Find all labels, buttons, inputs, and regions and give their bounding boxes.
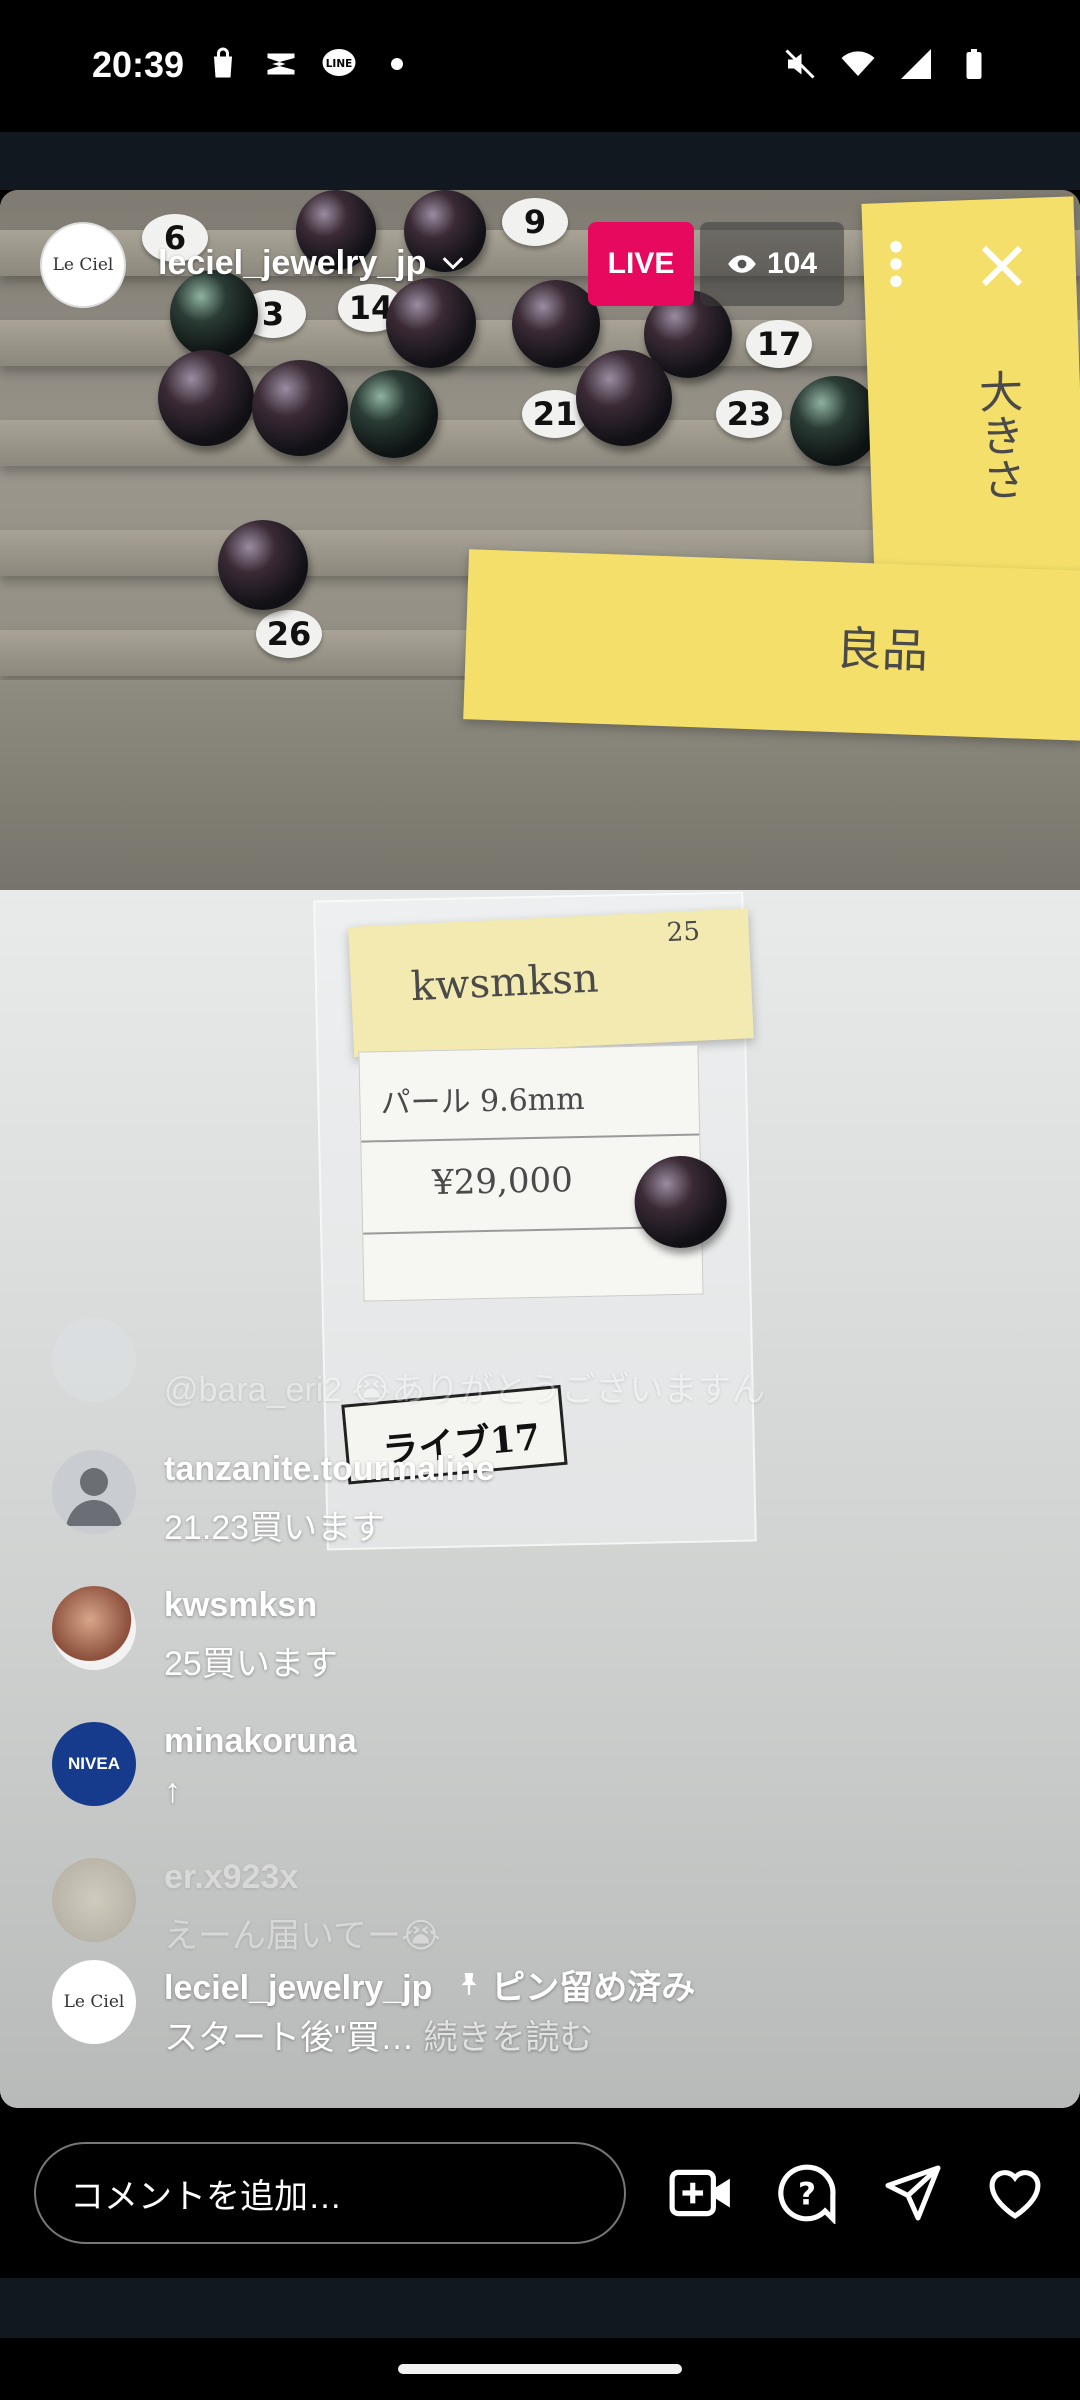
comment-input[interactable]: コメントを追加… — [34, 2142, 626, 2244]
more-vertical-icon — [890, 241, 902, 287]
pearl — [170, 270, 258, 358]
like-button[interactable] — [980, 2158, 1050, 2228]
status-time: 20:39 — [92, 44, 185, 85]
host-username[interactable]: leciel_jewelry_jp — [158, 244, 426, 283]
nav-spacer — [0, 2278, 1080, 2338]
comment-item[interactable]: @bara_eri2 😭ありがとうございますん — [52, 1318, 952, 1450]
comment-username[interactable]: tanzanite.tourmaline — [164, 1450, 495, 1489]
comment-item[interactable]: tanzanite.tourmaline 21.23買います — [52, 1450, 952, 1570]
share-button[interactable] — [878, 2158, 948, 2228]
close-icon — [981, 245, 1023, 287]
comment-avatar — [52, 1318, 136, 1402]
comment-text: @bara_eri2 😭ありがとうございますん — [164, 1371, 766, 1409]
eye-icon — [728, 255, 756, 273]
host-avatar[interactable]: Le Ciel — [40, 222, 126, 308]
viewer-count-value: 104 — [766, 247, 818, 280]
battery-icon — [966, 49, 982, 79]
live-badge: LIVE — [588, 222, 694, 306]
pearl — [790, 376, 880, 466]
comment-avatar — [52, 1450, 136, 1534]
add-video-icon — [669, 2169, 730, 2217]
comment-avatar — [52, 1858, 136, 1942]
mute-icon — [785, 49, 815, 79]
shopping-bag-icon — [214, 47, 232, 78]
question-button[interactable]: ? — [772, 2158, 842, 2228]
signal-icon — [901, 49, 931, 79]
video-add-button[interactable] — [666, 2158, 736, 2228]
card-line — [361, 1133, 700, 1143]
sticky-note-vertical-text: 大きさ — [970, 368, 1026, 503]
name-label-text: kwsmksn — [409, 955, 600, 1011]
comment-text: 25買います — [164, 1645, 338, 1683]
chevron-down-icon[interactable] — [436, 250, 470, 278]
comment-avatar: NIVEA — [52, 1722, 136, 1806]
pinned-text: スタート後"買… — [164, 2019, 415, 2057]
pinned-text-row: スタート後"買… 続きを読む — [164, 2010, 594, 2059]
name-label-number: 25 — [666, 916, 701, 949]
viewer-count[interactable]: 104 — [700, 222, 844, 306]
line-icon: LINE — [322, 49, 356, 76]
comment-avatar — [52, 1586, 136, 1670]
question-icon: ? — [778, 2164, 836, 2224]
pearl — [633, 1154, 728, 1249]
comment-username[interactable]: kwsmksn — [164, 1586, 317, 1625]
pearl — [576, 350, 672, 446]
comment-username[interactable]: er.x923x — [164, 1858, 298, 1897]
comment-item[interactable]: NIVEA minakoruna ↑ — [52, 1722, 952, 1842]
dot-icon — [391, 58, 403, 70]
svg-text:LINE: LINE — [326, 58, 353, 70]
top-spacer — [0, 132, 1080, 190]
wifi-icon — [841, 51, 875, 76]
status-bar: 20:39 LINE — [0, 0, 1080, 132]
number-disc: 9 — [502, 198, 568, 246]
price-card-line2: ¥29,000 — [431, 1160, 574, 1204]
name-label: kwsmksn 25 — [348, 908, 754, 1057]
price-card-line1: パール 9.6mm — [380, 1081, 585, 1122]
pearl — [158, 350, 254, 446]
price-card: パール 9.6mm ¥29,000 — [358, 1044, 728, 1302]
svg-text:?: ? — [798, 2177, 816, 2213]
comment-text: えーん届いてー😭 — [164, 1917, 441, 1955]
close-button[interactable] — [972, 236, 1032, 296]
pinned-header: leciel_jewelry_jp ピン留め済み — [164, 1960, 695, 2009]
comment-text: 21.23買います — [164, 1509, 386, 1547]
status-system-icons — [782, 46, 992, 82]
pinned-avatar: Le Ciel — [52, 1960, 136, 2044]
comment-item[interactable]: kwsmksn 25買います — [52, 1586, 952, 1706]
comment-username[interactable]: minakoruna — [164, 1722, 357, 1761]
sticky-note-text: 良品 — [834, 621, 929, 679]
number-disc: 26 — [256, 610, 322, 658]
status-notification-icons: LINE — [205, 46, 415, 82]
number-disc: 23 — [716, 390, 782, 438]
pearl — [252, 360, 348, 456]
pearl — [218, 520, 308, 610]
number-disc: 17 — [746, 320, 812, 368]
more-options-button[interactable] — [876, 236, 916, 292]
pinned-comment[interactable]: Le Ciel leciel_jewelry_jp ピン留め済み スタート後"買… — [52, 1960, 952, 2080]
pin-icon — [461, 1973, 477, 1995]
pinned-username[interactable]: leciel_jewelry_jp — [164, 1969, 432, 2007]
sticky-note: 良品 — [463, 549, 1080, 741]
home-indicator[interactable] — [398, 2364, 682, 2374]
pearl — [350, 370, 438, 458]
pinned-label: ピン留め済み — [491, 1969, 696, 2007]
default-avatar-icon — [66, 1468, 122, 1526]
pearl — [512, 280, 600, 368]
comment-text: ↑ — [164, 1772, 181, 1810]
pearl — [386, 278, 476, 368]
heart-icon — [989, 2170, 1041, 2219]
capcut-icon — [267, 53, 295, 75]
read-more-link[interactable]: 続きを読む — [424, 2019, 594, 2057]
send-icon — [885, 2165, 941, 2221]
